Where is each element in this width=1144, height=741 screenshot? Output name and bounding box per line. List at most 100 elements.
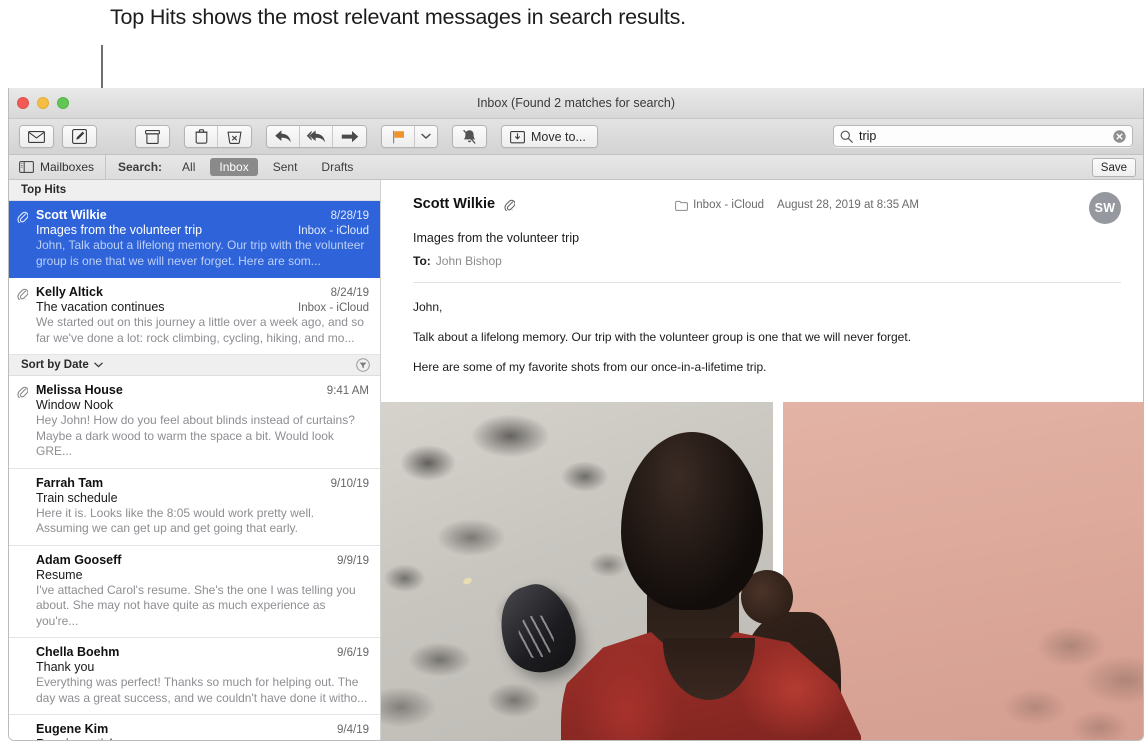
message-date: 8/24/19 (330, 287, 369, 299)
message-subject: Running article (36, 737, 119, 740)
archive-group (135, 125, 170, 148)
sender-name: Chella Boehm (36, 645, 120, 659)
reply-button[interactable] (267, 126, 300, 147)
body-paragraph: Talk about a lifelong memory. Our trip w… (413, 330, 912, 344)
flag-button[interactable] (382, 126, 415, 147)
window-titlebar: Inbox (Found 2 matches for search) (9, 88, 1143, 119)
avatar[interactable]: SW (1089, 192, 1121, 224)
sort-by-date-button[interactable]: Sort by Date (21, 359, 103, 371)
message-preview: Hey John! How do you feel about blinds i… (36, 413, 355, 458)
save-search-button[interactable]: Save (1091, 158, 1136, 177)
message-subject: Window Nook (36, 398, 114, 412)
reply-arrow-icon (274, 129, 292, 144)
compose-button[interactable] (63, 126, 96, 147)
mailboxes-label: Mailboxes (40, 160, 95, 174)
scope-inbox[interactable]: Inbox (210, 158, 258, 176)
callout-text: Top Hits shows the most relevant message… (110, 5, 686, 29)
clear-circle-icon[interactable] (1113, 129, 1126, 143)
message-list[interactable]: Top Hits Scott Wilkie 8/28/19 Images fro… (9, 180, 381, 740)
to-label: To: (413, 254, 431, 268)
list-item[interactable]: Scott Wilkie 8/28/19 Images from the vol… (9, 201, 380, 278)
reader-mailbox-label: Inbox - iCloud (693, 199, 765, 211)
toolbar: Move to... (9, 119, 1143, 155)
reading-pane: Scott Wilkie Inbox - iCloud August 28, 2… (381, 180, 1143, 740)
message-subject: Images from the volunteer trip (36, 223, 203, 237)
message-header: Scott Wilkie Inbox - iCloud August 28, 2… (381, 180, 1143, 268)
photo-shoe-laces (516, 613, 557, 660)
filter-icon[interactable] (356, 358, 370, 372)
forward-button[interactable] (333, 126, 366, 147)
scope-all[interactable]: All (173, 158, 204, 176)
message-header-top: Scott Wilkie Inbox - iCloud August 28, 2… (413, 192, 1121, 224)
list-item[interactable]: Melissa House 9:41 AM Window Nook Hey Jo… (9, 376, 380, 469)
search-scope-label: Search: (118, 160, 163, 174)
main-content: Top Hits Scott Wilkie 8/28/19 Images fro… (9, 180, 1143, 740)
envelope-icon (28, 130, 45, 143)
flag-icon (392, 130, 405, 144)
reader-sender-name: Scott Wilkie (413, 196, 496, 212)
get-mail-group (19, 125, 54, 148)
attachment-clip-icon (17, 287, 28, 300)
junk-button[interactable] (218, 126, 251, 147)
search-icon (840, 130, 853, 143)
mailboxes-toggle[interactable]: Mailboxes (9, 155, 106, 179)
bell-slash-icon (462, 129, 477, 145)
reply-all-arrow-icon (306, 129, 327, 144)
reader-sender-row: Scott Wilkie (413, 196, 516, 212)
move-to-group: Move to... (501, 125, 598, 148)
attachment-clip-icon[interactable] (504, 198, 516, 211)
scope-sent[interactable]: Sent (264, 158, 307, 176)
message-subject: The vacation continues (36, 300, 165, 314)
list-item[interactable]: Farrah Tam 9/10/19 Train schedule Here i… (9, 469, 380, 546)
sort-header[interactable]: Sort by Date (9, 355, 380, 376)
message-date: 9/4/19 (337, 724, 369, 736)
scope-items: Search: All Inbox Sent Drafts (106, 158, 365, 176)
photo-person (561, 402, 871, 740)
scope-drafts[interactable]: Drafts (312, 158, 362, 176)
window-title: Inbox (Found 2 matches for search) (476, 96, 675, 110)
sender-name: Adam Gooseff (36, 552, 122, 567)
message-subject: Train schedule (36, 490, 118, 505)
search-scope-bar: Mailboxes Search: All Inbox Sent Drafts … (9, 155, 1143, 180)
body-paragraph: John, (413, 300, 443, 314)
reply-all-button[interactable] (300, 126, 333, 147)
message-date: 9:41 AM (326, 385, 369, 397)
get-mail-button[interactable] (20, 126, 53, 147)
message-meta: Inbox - iCloud August 28, 2019 at 8:35 A… (675, 196, 919, 211)
to-value[interactable]: John Bishop (436, 254, 502, 268)
reader-mailbox: Inbox - iCloud (675, 199, 764, 211)
list-item[interactable]: Eugene Kim 9/4/19 Running article Hello … (9, 715, 380, 740)
junk-bin-icon (227, 130, 242, 144)
toolbar-left-group (9, 125, 103, 148)
sender-name: Farrah Tam (36, 475, 104, 490)
message-preview: John, Talk about a lifelong memory. Our … (36, 238, 365, 268)
message-mailbox: Inbox - iCloud (298, 225, 369, 237)
delete-junk-group (184, 125, 252, 148)
search-input[interactable] (859, 129, 1113, 143)
trash-icon (195, 129, 208, 144)
top-hits-header: Top Hits (9, 180, 380, 201)
mute-button[interactable] (453, 126, 486, 147)
reply-group (266, 125, 367, 148)
reader-recipients: To: John Bishop (413, 254, 1121, 268)
message-subject: Thank you (36, 660, 95, 674)
message-preview: We started out on this journey a little … (36, 315, 364, 345)
list-item[interactable]: Chella Boehm 9/6/19 Thank you Everything… (9, 638, 380, 715)
attachment-clip-icon (17, 210, 28, 223)
compose-icon (72, 129, 87, 144)
archive-button[interactable] (136, 126, 169, 147)
search-field[interactable] (833, 125, 1133, 147)
list-item[interactable]: Kelly Altick 8/24/19 The vacation contin… (9, 278, 380, 355)
mail-window: Inbox (Found 2 matches for search) Move … (8, 88, 1144, 741)
message-attachments (381, 402, 1143, 740)
message-mailbox: Inbox - iCloud (298, 302, 369, 314)
list-item[interactable]: Adam Gooseff 9/9/19 Resume I've attached… (9, 546, 380, 638)
message-subject: Resume (36, 567, 83, 582)
compose-group (62, 125, 97, 148)
mute-group (452, 125, 487, 148)
delete-button[interactable] (185, 126, 218, 147)
message-preview: I've attached Carol's resume. She's the … (36, 582, 356, 628)
flag-menu-button[interactable] (415, 126, 437, 147)
flag-group (381, 125, 438, 148)
move-to-button[interactable]: Move to... (502, 126, 597, 147)
